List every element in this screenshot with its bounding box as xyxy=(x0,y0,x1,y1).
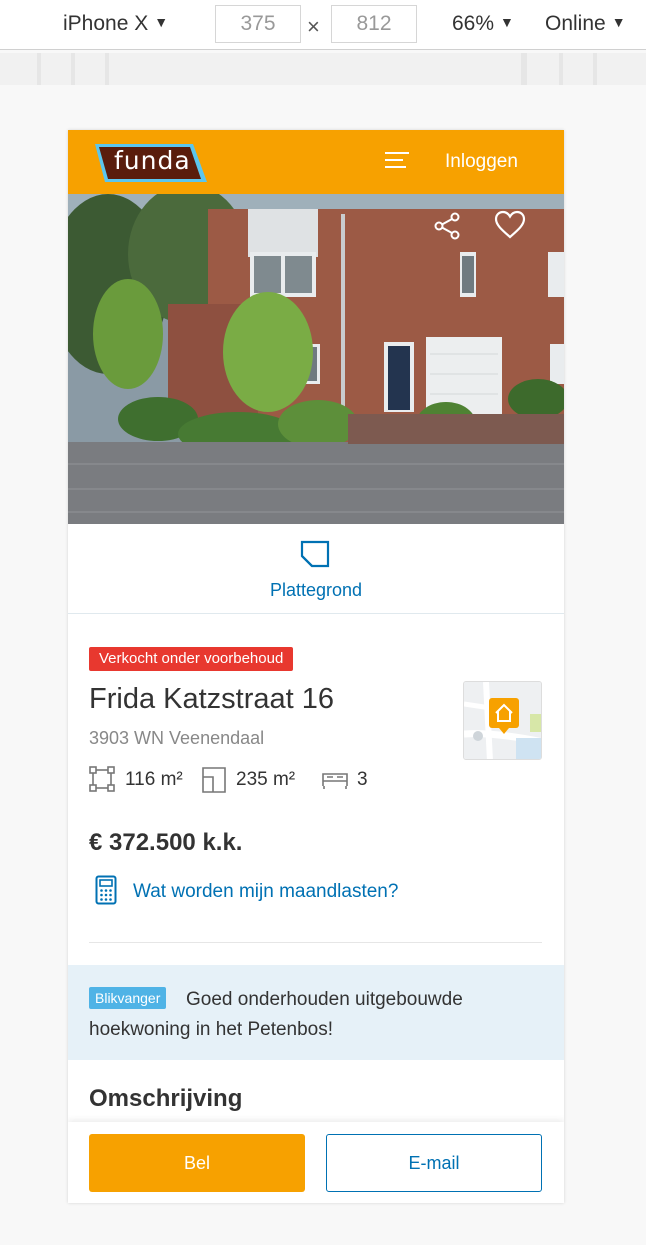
device-label: iPhone X xyxy=(63,12,149,35)
zoom-select[interactable]: 66% ▼ xyxy=(452,12,514,36)
media-query-segment[interactable] xyxy=(41,53,71,85)
listing-photo[interactable] xyxy=(68,194,564,524)
login-link[interactable]: Inloggen xyxy=(445,151,518,173)
device-select[interactable]: iPhone X ▼ xyxy=(63,12,168,36)
highlight-badge: Blikvanger xyxy=(89,987,167,1009)
listing-postcode-city: 3903 WN Veenendaal xyxy=(89,728,265,748)
call-button[interactable]: Bel xyxy=(89,1134,305,1192)
media-query-segment[interactable] xyxy=(597,53,646,85)
brand-name: funda xyxy=(114,146,191,175)
bedrooms-value: 3 xyxy=(357,769,368,790)
divider xyxy=(89,942,542,943)
monthly-costs-link[interactable]: Wat worden mijn maandlasten? xyxy=(133,881,398,903)
living-area-value: 116 m² xyxy=(125,769,183,790)
highlight-banner: Goed onderhouden uitgebouwde hoekwoning … xyxy=(68,965,564,1060)
share-icon[interactable] xyxy=(432,211,462,241)
zoom-label: 66% xyxy=(452,12,495,35)
chevron-down-icon: ▼ xyxy=(500,14,514,30)
map-thumbnail[interactable] xyxy=(463,681,542,760)
media-query-segment[interactable] xyxy=(563,53,593,85)
network-label: Online xyxy=(545,12,606,35)
media-query-segment[interactable] xyxy=(109,53,521,85)
viewport-width-input[interactable]: 375 xyxy=(215,5,301,43)
contact-action-bar: Bel E-mail xyxy=(68,1122,564,1203)
plot-area-value: 235 m² xyxy=(236,769,296,790)
calculator-icon[interactable] xyxy=(95,875,117,905)
description-heading: Omschrijving xyxy=(89,1085,243,1112)
devtools-device-toolbar: iPhone X ▼ 375 × 812 66% ▼ Online ▼ xyxy=(0,0,646,50)
chevron-down-icon: ▼ xyxy=(611,14,626,30)
heart-icon[interactable] xyxy=(494,210,526,240)
map-pin-icon xyxy=(464,682,541,759)
listing-address: Frida Katzstraat 16 xyxy=(89,683,334,715)
media-query-segment[interactable] xyxy=(527,53,559,85)
email-button[interactable]: E-mail xyxy=(326,1134,542,1192)
media-query-segment[interactable] xyxy=(0,53,37,85)
device-viewport: funda Inloggen Plattegrond Verkocht onde… xyxy=(68,130,564,1203)
dimension-separator: × xyxy=(307,14,320,39)
plot-area-icon xyxy=(202,767,226,793)
chevron-down-icon: ▼ xyxy=(154,14,169,30)
floorplan-tab[interactable]: Plattegrond xyxy=(68,524,564,614)
listing-price: € 372.500 k.k. xyxy=(89,829,243,856)
viewport-height-input[interactable]: 812 xyxy=(331,5,417,43)
hamburger-menu-icon[interactable] xyxy=(385,152,409,170)
living-area-icon xyxy=(89,766,115,792)
house-photo xyxy=(68,194,564,524)
media-query-ruler[interactable] xyxy=(0,53,646,85)
bed-icon xyxy=(322,773,348,789)
floorplan-icon xyxy=(300,540,330,568)
network-throttle-select[interactable]: Online ▼ xyxy=(545,12,626,36)
media-query-segment[interactable] xyxy=(75,53,105,85)
site-header: funda Inloggen xyxy=(68,130,564,194)
floorplan-label: Plattegrond xyxy=(269,580,363,600)
status-badge: Verkocht onder voorbehoud xyxy=(89,647,294,671)
